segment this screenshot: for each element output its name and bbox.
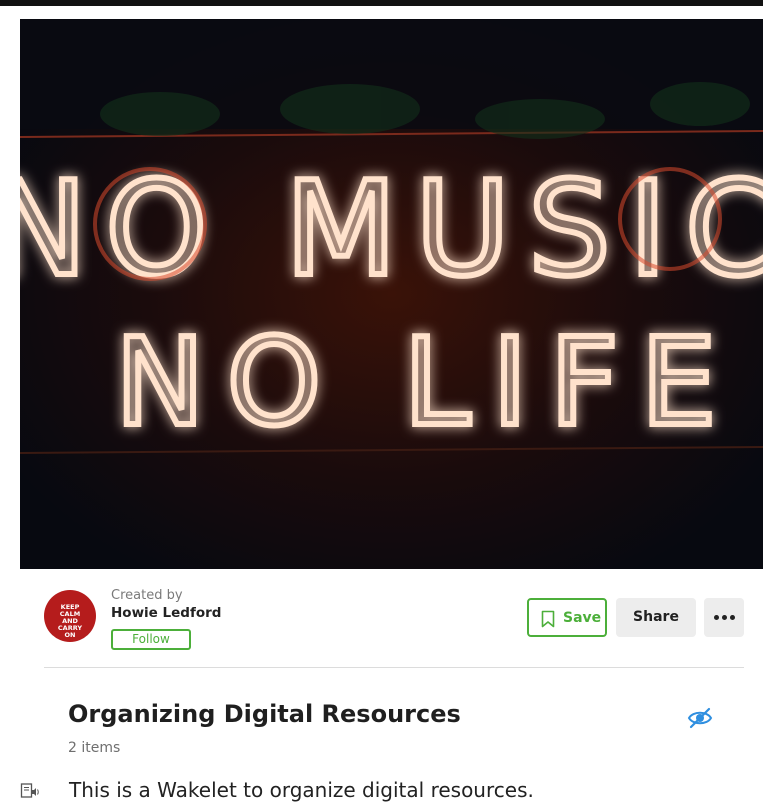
creator-name[interactable]: Howie Ledford bbox=[111, 605, 221, 621]
divider bbox=[44, 667, 744, 668]
top-bar bbox=[0, 0, 763, 6]
share-button[interactable]: Share bbox=[616, 598, 696, 637]
more-options-button[interactable] bbox=[704, 598, 744, 637]
save-button[interactable]: Save bbox=[527, 598, 607, 637]
collection-title: Organizing Digital Resources bbox=[68, 700, 461, 728]
neon-line-1: NO MUSIC bbox=[20, 153, 763, 305]
item-count: 2 items bbox=[68, 740, 121, 756]
save-label: Save bbox=[563, 610, 602, 626]
avatar[interactable]: KEEP CALM AND CARRY ON bbox=[44, 590, 96, 642]
eye-off-icon[interactable] bbox=[686, 706, 714, 730]
neon-line-2: NO LIFE bbox=[115, 314, 738, 453]
collection-description: This is a Wakelet to organize digital re… bbox=[69, 778, 534, 802]
follow-button[interactable]: Follow bbox=[111, 629, 191, 650]
cover-image: NO MUSIC NO LIFE bbox=[20, 19, 763, 569]
avatar-text-line: ON bbox=[64, 631, 76, 639]
immersive-reader-icon[interactable] bbox=[20, 781, 40, 801]
avatar-keep-calm-text: KEEP CALM AND CARRY ON bbox=[44, 604, 96, 639]
bookmark-icon bbox=[541, 610, 555, 628]
created-by-label: Created by bbox=[111, 588, 183, 603]
